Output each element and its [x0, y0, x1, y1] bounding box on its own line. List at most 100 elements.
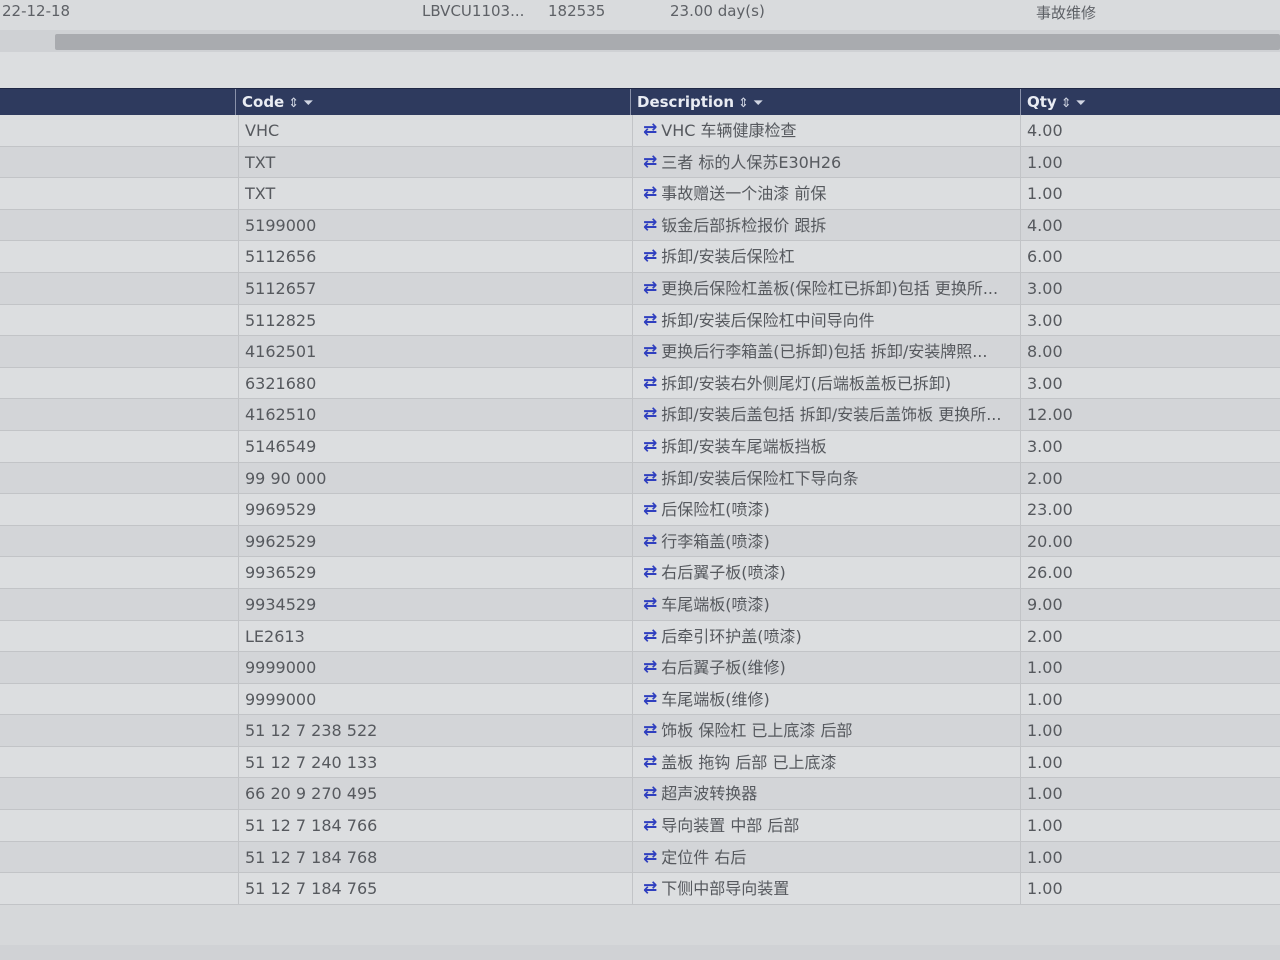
description-text: 钣金后部拆检报价 跟拆: [661, 215, 827, 235]
cell-description: ⇄ VHC 车辆健康检查: [632, 115, 1018, 146]
cell-qty: 1.00: [1020, 178, 1280, 210]
cell-code: 4162510: [238, 399, 628, 431]
cell-description: ⇄ 下侧中部导向装置: [632, 873, 1018, 905]
filter-icon[interactable]: ⏷: [303, 96, 313, 111]
table-row[interactable]: 66 20 9 270 495 ⇄ 超声波转换器 1.00: [0, 778, 1280, 811]
swap-icon[interactable]: ⇄: [643, 147, 657, 178]
swap-icon[interactable]: ⇄: [643, 842, 657, 873]
cell-description: ⇄ 车尾端板(维修): [632, 683, 1018, 715]
swap-icon[interactable]: ⇄: [643, 336, 657, 367]
table-row[interactable]: 9936529 ⇄ 右后翼子板(喷漆) 26.00: [0, 557, 1280, 589]
cell-qty: 6.00: [1020, 241, 1280, 273]
swap-icon[interactable]: ⇄: [643, 115, 657, 146]
table-row[interactable]: 5146549 ⇄ 拆卸/安装车尾端板挡板 3.00: [0, 430, 1280, 463]
swap-icon[interactable]: ⇄: [643, 621, 657, 652]
cell-qty: 4.00: [1020, 115, 1280, 146]
table-row[interactable]: VHC ⇄ VHC 车辆健康检查 4.00: [0, 115, 1280, 147]
column-header-qty[interactable]: Qty ⇕ ⏷: [1020, 89, 1280, 116]
swap-icon[interactable]: ⇄: [643, 431, 657, 462]
cell-description: ⇄ 三者 标的人保苏E30H26: [632, 146, 1018, 178]
table-row[interactable]: 51 12 7 184 765 ⇄ 下侧中部导向装置 1.00: [0, 873, 1280, 905]
filter-icon[interactable]: ⏷: [753, 96, 763, 111]
cell-code: 9999000: [238, 683, 628, 715]
table-row[interactable]: 5199000 ⇄ 钣金后部拆检报价 跟拆 4.00: [0, 209, 1280, 242]
summary-row[interactable]: 22-12-18 LBVCU1103... 182535 23.00 day(s…: [0, 0, 1280, 30]
table-row[interactable]: 5112825 ⇄ 拆卸/安装后保险杠中间导向件 3.00: [0, 304, 1280, 337]
cell-description: ⇄ 拆卸/安装后盖包括 拆卸/安装后盖饰板 更换所...: [632, 399, 1018, 431]
cell-qty: 20.00: [1020, 525, 1280, 557]
description-text: 拆卸/安装后盖包括 拆卸/安装后盖饰板 更换所...: [661, 405, 1002, 425]
cell-code: 51 12 7 238 522: [238, 715, 628, 747]
filter-icon[interactable]: ⏷: [1076, 96, 1086, 111]
swap-icon[interactable]: ⇄: [643, 399, 657, 430]
table-row[interactable]: 99 90 000 ⇄ 拆卸/安装后保险杠下导向条 2.00: [0, 462, 1280, 495]
description-text: 饰板 保险杠 已上底漆 后部: [661, 721, 853, 741]
description-text: 盖板 拖钩 后部 已上底漆: [661, 752, 837, 772]
table-row[interactable]: 9999000 ⇄ 右后翼子板(维修) 1.00: [0, 652, 1280, 684]
swap-icon[interactable]: ⇄: [643, 210, 657, 241]
swap-icon[interactable]: ⇄: [643, 305, 657, 336]
swap-icon[interactable]: ⇄: [643, 494, 657, 525]
description-text: VHC 车辆健康检查: [661, 121, 797, 140]
cell-description: ⇄ 右后翼子板(维修): [632, 652, 1018, 684]
sort-icon[interactable]: ⇕: [1061, 96, 1072, 111]
table-row[interactable]: TXT ⇄ 三者 标的人保苏E30H26 1.00: [0, 146, 1280, 179]
table-row[interactable]: 6321680 ⇄ 拆卸/安装右外侧尾灯(后端板盖板已拆卸) 3.00: [0, 367, 1280, 400]
cell-code: 51 12 7 184 766: [238, 810, 628, 842]
table-row[interactable]: 4162510 ⇄ 拆卸/安装后盖包括 拆卸/安装后盖饰板 更换所... 12.00: [0, 399, 1280, 431]
swap-icon[interactable]: ⇄: [643, 589, 657, 620]
table-row[interactable]: 9969529 ⇄ 后保险杠(喷漆) 23.00: [0, 494, 1280, 526]
swap-icon[interactable]: ⇄: [643, 557, 657, 588]
table-row[interactable]: LE2613 ⇄ 后牵引环护盖(喷漆) 2.00: [0, 620, 1280, 653]
table-row[interactable]: 5112657 ⇄ 更换后保险杠盖板(保险杠已拆卸)包括 更换所... 3.00: [0, 272, 1280, 305]
table-row[interactable]: 51 12 7 184 768 ⇄ 定位件 右后 1.00: [0, 841, 1280, 874]
table-row[interactable]: 51 12 7 238 522 ⇄ 饰板 保险杠 已上底漆 后部 1.00: [0, 715, 1280, 747]
table-row[interactable]: 51 12 7 184 766 ⇄ 导向装置 中部 后部 1.00: [0, 810, 1280, 842]
cell-code: 9934529: [238, 588, 628, 620]
cell-code: 9969529: [238, 494, 628, 526]
description-text: 行李箱盖(喷漆): [661, 531, 770, 551]
swap-icon[interactable]: ⇄: [643, 463, 657, 494]
table-row[interactable]: 4162501 ⇄ 更换后行李箱盖(已拆卸)包括 拆卸/安装牌照... 8.00: [0, 336, 1280, 368]
cell-code: 51 12 7 184 768: [238, 841, 628, 873]
swap-icon[interactable]: ⇄: [643, 273, 657, 304]
scrollbar-thumb[interactable]: [55, 34, 1280, 50]
table-row[interactable]: 9962529 ⇄ 行李箱盖(喷漆) 20.00: [0, 525, 1280, 558]
cell-qty: 1.00: [1020, 683, 1280, 715]
cell-description: ⇄ 拆卸/安装后保险杠下导向条: [632, 462, 1018, 494]
description-text: 后牵引环护盖(喷漆): [661, 626, 802, 646]
swap-icon[interactable]: ⇄: [643, 873, 657, 904]
description-text: 右后翼子板(喷漆): [661, 563, 786, 583]
swap-icon[interactable]: ⇄: [643, 778, 657, 809]
swap-icon[interactable]: ⇄: [643, 241, 657, 272]
cell-description: ⇄ 超声波转换器: [632, 778, 1018, 810]
swap-icon[interactable]: ⇄: [643, 810, 657, 841]
table-row[interactable]: 9934529 ⇄ 车尾端板(喷漆) 9.00: [0, 588, 1280, 621]
column-header-code[interactable]: Code ⇕ ⏷: [235, 89, 630, 116]
swap-icon[interactable]: ⇄: [643, 684, 657, 715]
swap-icon[interactable]: ⇄: [643, 368, 657, 399]
swap-icon[interactable]: ⇄: [643, 652, 657, 683]
table-row[interactable]: 9999000 ⇄ 车尾端板(维修) 1.00: [0, 683, 1280, 716]
column-header-description[interactable]: Description ⇕ ⏷: [630, 89, 1020, 116]
table-header: Code ⇕ ⏷ Description ⇕ ⏷ Qty ⇕ ⏷: [0, 88, 1280, 116]
swap-icon[interactable]: ⇄: [643, 526, 657, 557]
cell-description: ⇄ 拆卸/安装后保险杠: [632, 241, 1018, 273]
description-text: 后保险杠(喷漆): [661, 500, 770, 520]
cell-description: ⇄ 饰板 保险杠 已上底漆 后部: [632, 715, 1018, 747]
table-row[interactable]: 51 12 7 240 133 ⇄ 盖板 拖钩 后部 已上底漆 1.00: [0, 746, 1280, 779]
sort-icon[interactable]: ⇕: [288, 96, 299, 111]
cell-qty: 2.00: [1020, 620, 1280, 652]
description-text: 事故赠送一个油漆 前保: [661, 184, 827, 204]
table-row[interactable]: TXT ⇄ 事故赠送一个油漆 前保 1.00: [0, 178, 1280, 210]
description-text: 定位件 右后: [661, 847, 747, 867]
table-row[interactable]: 5112656 ⇄ 拆卸/安装后保险杠 6.00: [0, 241, 1280, 273]
swap-icon[interactable]: ⇄: [643, 747, 657, 778]
cell-qty: 1.00: [1020, 146, 1280, 178]
sort-icon[interactable]: ⇕: [738, 96, 749, 111]
table-body: VHC ⇄ VHC 车辆健康检查 4.00 TXT ⇄ 三者 标的人保苏E30H26 1.00…: [0, 115, 1280, 905]
swap-icon[interactable]: ⇄: [643, 715, 657, 746]
swap-icon[interactable]: ⇄: [643, 178, 657, 209]
cell-code: 51 12 7 240 133: [238, 746, 628, 778]
description-text: 超声波转换器: [661, 784, 758, 804]
